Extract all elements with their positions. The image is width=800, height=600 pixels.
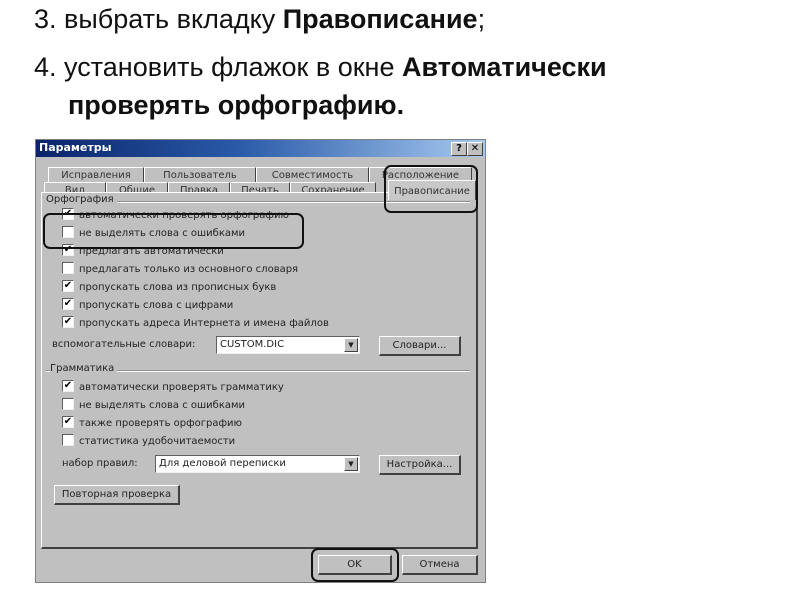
option-label: автоматически проверять грамматику <box>79 382 284 393</box>
option-auto-grammar[interactable]: ✔ автоматически проверять грамматику <box>62 380 284 395</box>
option-auto-spell[interactable]: ✔ автоматически проверять орфографию <box>62 208 289 223</box>
checkbox[interactable] <box>62 398 74 410</box>
option-readability-stats[interactable]: статистика удобочитаемости <box>62 434 236 449</box>
checkbox[interactable]: ✔ <box>62 298 74 310</box>
tab-corrections[interactable]: Исправления <box>48 167 144 183</box>
ruleset-label: набор правил: <box>62 458 138 469</box>
dropdown-arrow-icon[interactable]: ▼ <box>344 457 358 471</box>
option-label: статистика удобочитаемости <box>79 436 236 447</box>
tab-spelling[interactable]: Правописание <box>388 180 476 200</box>
option-hide-spelling-errors[interactable]: не выделять слова с ошибками <box>62 226 246 241</box>
option-label: автоматически проверять орфографию <box>79 210 289 221</box>
option-suggest-auto[interactable]: ✔ предлагать автоматически <box>62 244 224 259</box>
check-icon: ✔ <box>63 208 73 219</box>
tab-compatibility[interactable]: Совместимость <box>256 167 369 183</box>
ruleset-select[interactable]: Для деловой переписки ▼ <box>155 455 360 473</box>
checkbox[interactable]: ✔ <box>62 208 74 220</box>
step4-text: 4. установить флажок в окне <box>34 52 402 82</box>
close-icon: ✕ <box>470 143 480 154</box>
option-ignore-internet[interactable]: ✔ пропускать адреса Интернета и имена фай… <box>62 316 329 331</box>
grammar-group-label: Грамматика <box>50 363 118 374</box>
dropdown-arrow-icon[interactable]: ▼ <box>344 338 358 352</box>
step4-suffix: . <box>396 90 405 120</box>
option-ignore-numbers[interactable]: ✔ пропускать слова с цифрами <box>62 298 234 313</box>
recheck-button[interactable]: Повторная проверка <box>54 485 180 505</box>
checkbox[interactable]: ✔ <box>62 280 74 292</box>
checkbox[interactable]: ✔ <box>62 244 74 256</box>
checkbox[interactable]: ✔ <box>62 380 74 392</box>
option-label: также проверять орфографию <box>79 418 242 429</box>
option-main-dict-only[interactable]: предлагать только из основного словаря <box>62 262 299 277</box>
option-label: не выделять слова с ошибками <box>79 228 246 239</box>
checkbox[interactable]: ✔ <box>62 416 74 428</box>
check-icon: ✔ <box>63 280 73 291</box>
custom-dict-label: вспомогательные словари: <box>52 339 196 350</box>
option-label: пропускать адреса Интернета и имена файл… <box>79 318 329 329</box>
option-label: не выделять слова с ошибками <box>79 400 246 411</box>
option-label: предлагать только из основного словаря <box>79 264 299 275</box>
dialog-title: Параметры <box>39 141 112 154</box>
custom-dict-select[interactable]: CUSTOM.DIC ▼ <box>216 336 360 354</box>
ok-button[interactable]: OK <box>318 555 392 575</box>
option-label: предлагать автоматически <box>79 246 224 257</box>
check-icon: ✔ <box>63 316 73 327</box>
step3-text: 3. выбрать вкладку <box>34 4 283 34</box>
custom-dict-value: CUSTOM.DIC <box>220 339 285 350</box>
option-label: пропускать слова с цифрами <box>79 300 234 311</box>
instruction-step-3: 3. выбрать вкладку Правописание; <box>34 4 485 34</box>
tab-user[interactable]: Пользователь <box>144 167 256 183</box>
cancel-button[interactable]: Отмена <box>402 555 478 575</box>
option-also-check-spelling[interactable]: ✔ также проверять орфографию <box>62 416 242 431</box>
check-icon: ✔ <box>63 416 73 427</box>
spelling-tab-panel: Орфография ✔ автоматически проверять орфо… <box>41 192 478 549</box>
checkbox[interactable]: ✔ <box>62 316 74 328</box>
settings-button[interactable]: Настройка... <box>379 455 461 475</box>
check-icon: ✔ <box>63 244 73 255</box>
ruleset-value: Для деловой переписки <box>159 458 286 469</box>
checkbox[interactable] <box>62 262 74 274</box>
instruction-step-4-cont: проверять орфографию. <box>68 90 404 120</box>
step4-bold-text-2: проверять орфографию <box>68 90 397 120</box>
spelling-group-label: Орфография <box>46 194 117 205</box>
checkbox[interactable] <box>62 434 74 446</box>
instruction-step-4: 4. установить флажок в окне Автоматическ… <box>34 52 607 82</box>
step3-bold-text: Правописание <box>282 4 478 34</box>
step4-bold-text-1: Автоматически <box>401 52 607 82</box>
option-label: пропускать слова из прописных букв <box>79 282 277 293</box>
checkbox[interactable] <box>62 226 74 238</box>
options-dialog: Параметры ? ✕ Исправления Пользователь С… <box>35 139 486 583</box>
check-icon: ✔ <box>63 298 73 309</box>
close-button[interactable]: ✕ <box>467 142 483 156</box>
option-ignore-uppercase[interactable]: ✔ пропускать слова из прописных букв <box>62 280 277 295</box>
option-hide-grammar-errors[interactable]: не выделять слова с ошибками <box>62 398 246 413</box>
help-button[interactable]: ? <box>451 142 467 156</box>
step3-suffix: ; <box>477 4 486 34</box>
dialog-titlebar[interactable]: Параметры ? ✕ <box>36 140 485 157</box>
check-icon: ✔ <box>63 380 73 391</box>
dictionaries-button[interactable]: Словари... <box>379 336 461 356</box>
